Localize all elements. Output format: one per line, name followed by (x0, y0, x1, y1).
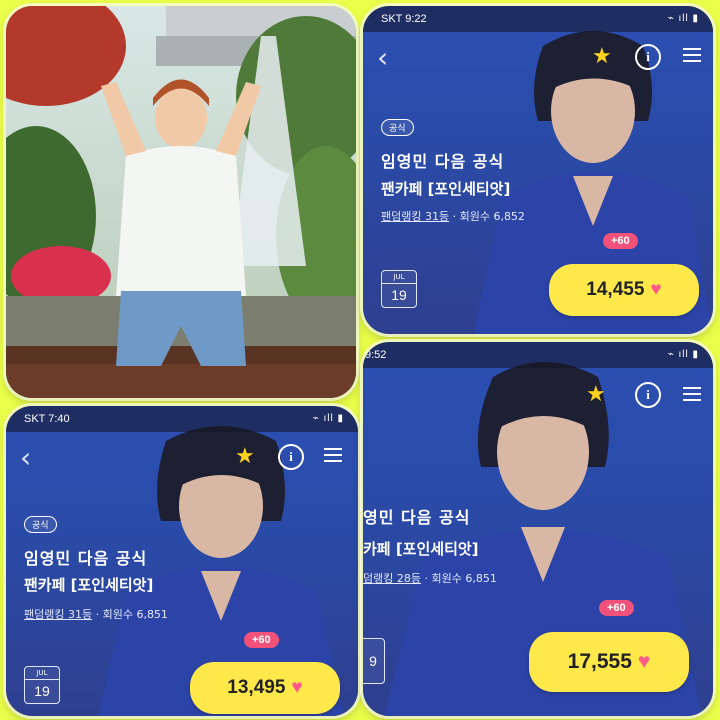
photo-panel (6, 6, 356, 398)
outdoor-photo (6, 6, 356, 398)
status-bar: SKT 9:22 ⌁ ıll ▮ (363, 6, 713, 32)
cafe-title: 임영민 다음 공식 (24, 549, 148, 568)
chevron-left-icon[interactable]: ‹ (20, 444, 31, 472)
heart-counter-button[interactable]: 14,455 ♥ (549, 264, 699, 316)
info-icon[interactable]: i (635, 382, 661, 408)
calendar-day: 19 (391, 287, 407, 303)
status-time: SKT 7:40 (24, 413, 70, 425)
heart-counter-button[interactable]: 17,555 ♥ (529, 632, 689, 692)
chevron-left-icon[interactable]: ‹ (377, 44, 388, 72)
info-icon[interactable]: i (635, 44, 661, 70)
cafe-meta: 덤랭킹 28등 · 회원수 6,851 (363, 570, 497, 586)
heart-icon: ♥ (637, 650, 651, 673)
calendar-day: 9 (369, 653, 377, 669)
official-badge: 공식 (381, 119, 414, 136)
member-count: · 회원수 6,851 (95, 608, 168, 621)
plus-badge: +60 (244, 632, 279, 648)
status-icons: ⌁ ıll ▮ (312, 413, 344, 424)
calendar-month: JUL (25, 667, 59, 680)
info-icon[interactable]: i (278, 444, 304, 470)
status-icons: ⌁ ıll ▮ (667, 349, 699, 360)
fancafe-screen-1: SKT 9:22 ⌁ ıll ▮ ‹ ★ i 공식 임영민 다음 공식 팬카페 … (363, 6, 713, 334)
heart-count: 17,555 (567, 650, 632, 673)
heart-counter-button[interactable]: 13,495 ♥ (190, 662, 340, 714)
heart-icon: ♥ (291, 677, 303, 698)
cafe-title: 임영민 다음 공식 (381, 152, 505, 171)
star-icon[interactable]: ★ (586, 384, 606, 406)
status-bar: 9:52 ⌁ ıll ▮ (363, 342, 713, 368)
calendar-icon[interactable]: 9 (363, 638, 385, 684)
cafe-meta: 팬덤랭킹 31등 · 회원수 6,852 (381, 208, 525, 224)
fandom-rank-link[interactable]: 덤랭킹 28등 (363, 572, 421, 585)
cafe-subtitle: 카페 [포인세티앗] (363, 540, 479, 558)
hamburger-menu-icon[interactable] (683, 387, 701, 402)
cafe-subtitle: 팬카페 [포인세티앗] (24, 576, 154, 594)
status-time: SKT 9:22 (381, 13, 427, 25)
star-icon[interactable]: ★ (592, 46, 612, 68)
status-bar: SKT 7:40 ⌁ ıll ▮ (6, 406, 358, 432)
cafe-meta: 팬덤랭킹 31등 · 회원수 6,851 (24, 606, 168, 622)
cafe-title: 영민 다음 공식 (363, 508, 471, 527)
plus-badge: +60 (599, 600, 634, 616)
hamburger-menu-icon[interactable] (324, 448, 342, 463)
heart-count: 14,455 (586, 279, 645, 300)
star-icon[interactable]: ★ (235, 446, 255, 468)
fandom-rank-link[interactable]: 팬덤랭킹 31등 (381, 210, 449, 223)
fancafe-screen-2: SKT 7:40 ⌁ ıll ▮ ‹ ★ i 공식 임영민 다음 공식 팬카페 … (6, 406, 358, 716)
fandom-rank-link[interactable]: 팬덤랭킹 31등 (24, 608, 92, 621)
member-count: · 회원수 6,852 (452, 210, 525, 223)
calendar-icon[interactable]: JUL 19 (24, 666, 60, 704)
cafe-subtitle: 팬카페 [포인세티앗] (381, 180, 511, 198)
hamburger-menu-icon[interactable] (683, 48, 701, 63)
fancafe-screen-3: 9:52 ⌁ ıll ▮ ★ i 영민 다음 공식 카페 [포인세티앗] 덤랭킹… (363, 342, 713, 716)
official-badge: 공식 (24, 516, 57, 533)
calendar-day: 19 (34, 683, 50, 699)
calendar-month: JUL (382, 271, 416, 284)
heart-icon: ♥ (650, 279, 662, 300)
calendar-icon[interactable]: JUL 19 (381, 270, 417, 308)
member-count: · 회원수 6,851 (424, 572, 497, 585)
plus-badge: +60 (603, 233, 638, 249)
status-time: 9:52 (365, 349, 387, 361)
heart-count: 13,495 (227, 677, 286, 698)
status-icons: ⌁ ıll ▮ (667, 13, 699, 24)
